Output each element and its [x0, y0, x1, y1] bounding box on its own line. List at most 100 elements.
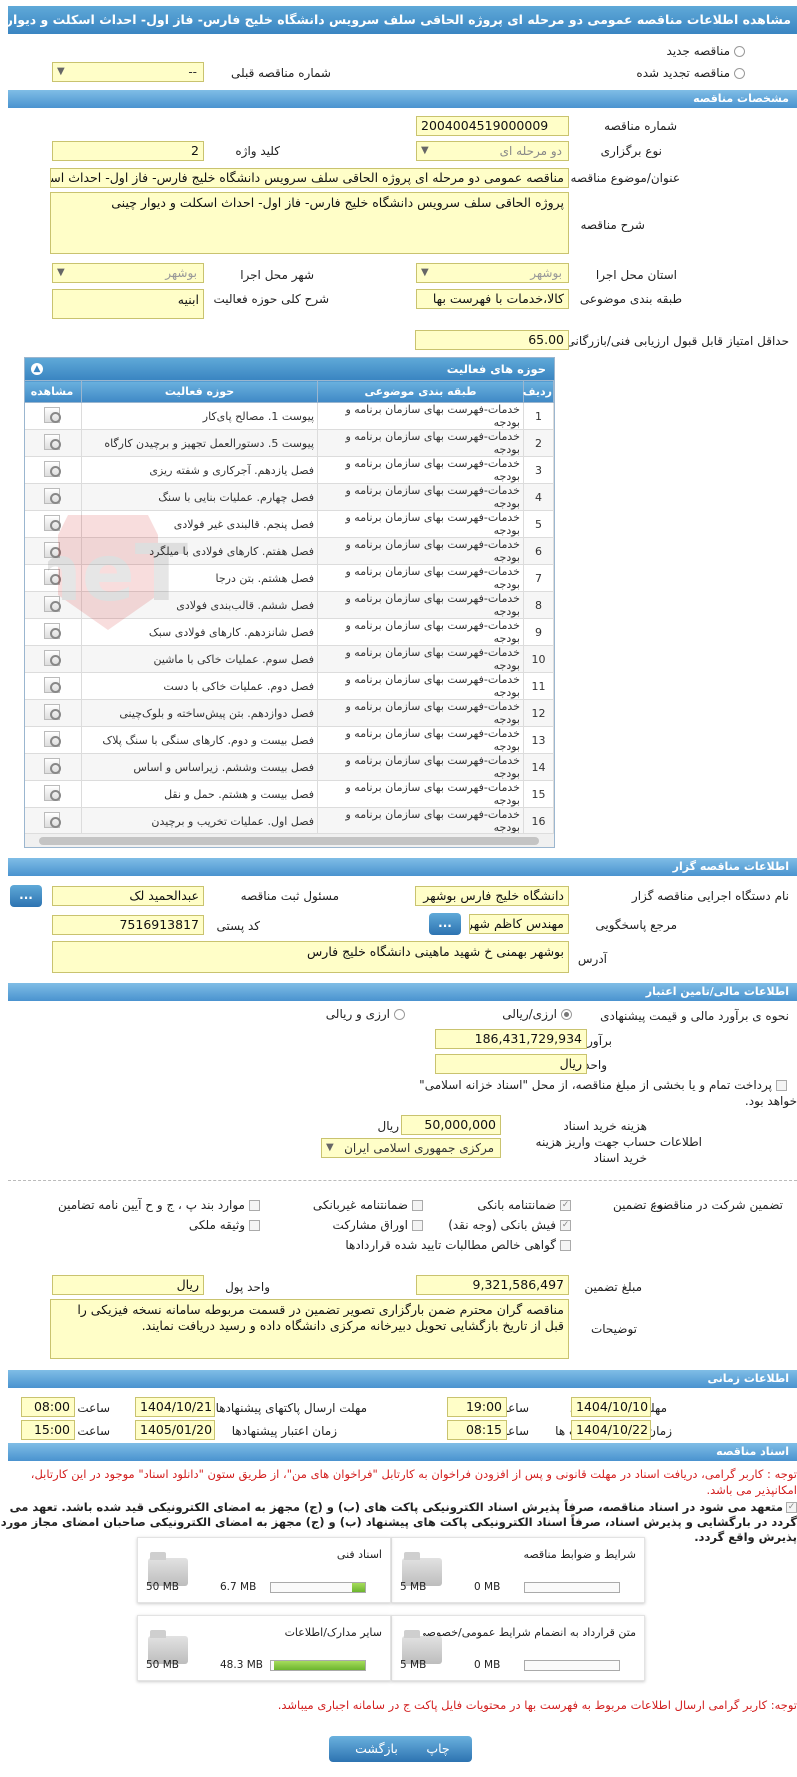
document-card[interactable]: شرایط و ضوابط مناقصه 0 MB 5 MB [391, 1537, 645, 1603]
document-used-size: 0 MB [474, 1659, 501, 1671]
row-number: 16 [523, 807, 554, 835]
prev-number-select[interactable]: -- ▼ [52, 62, 204, 82]
doc-cost-unit: ریال [377, 1119, 399, 1133]
magnifier-icon[interactable] [42, 487, 62, 505]
row-category: خدمات-فهرست بهای سازمان برنامه و بودجه [317, 807, 524, 835]
chevron-down-icon: ▼ [421, 145, 429, 156]
reference-field: مهندس کاظم شهریاری [469, 914, 569, 934]
keyword-label: کلید واژه [235, 144, 280, 158]
collapse-icon[interactable]: ▲ [31, 363, 43, 375]
account-label-cont: خرید اسناد [593, 1151, 647, 1165]
check-bank-guarantee[interactable]: ✓ضمانتنامه بانکی [477, 1198, 571, 1212]
magnifier-icon[interactable] [42, 649, 62, 667]
row-category: خدمات-فهرست بهای سازمان برنامه و بودجه [317, 726, 524, 754]
document-card[interactable]: اسناد فنی 6.7 MB 50 MB [137, 1537, 391, 1603]
document-usage-bar [270, 1582, 366, 1593]
scrollbar-thumb[interactable] [39, 837, 539, 845]
activity-desc-label: شرح کلی حوزه فعالیت [213, 292, 330, 306]
postal-label: کد پستی [216, 919, 261, 933]
magnifier-icon[interactable] [42, 676, 62, 694]
row-field: فصل سوم. عملیات خاکی با ماشین [81, 645, 318, 673]
reference-label: مرجع پاسخگویی [595, 918, 677, 932]
check-property[interactable]: وثیقه ملکی [189, 1218, 260, 1232]
horizontal-scrollbar[interactable] [25, 833, 554, 847]
row-view[interactable] [25, 645, 82, 673]
opening-time: 08:15 [447, 1420, 507, 1440]
registrar-label: مسئول ثبت مناقصه [240, 889, 339, 903]
magnifier-icon[interactable] [42, 784, 62, 802]
magnifier-icon[interactable] [42, 730, 62, 748]
documents-notice: توجه : کاربر گرامی، دریافت اسناد در مهلت… [30, 1467, 797, 1497]
notes-field: مناقصه گران محترم ضمن بارگزاری تصویر تضم… [50, 1299, 569, 1359]
document-max-size: 50 MB [146, 1659, 179, 1671]
magnifier-icon[interactable] [42, 757, 62, 775]
table-row: 3 خدمات-فهرست بهای سازمان برنامه و بودجه ف… [25, 456, 554, 484]
magnifier-icon[interactable] [42, 433, 62, 451]
row-category: خدمات-فهرست بهای سازمان برنامه و بودجه [317, 753, 524, 781]
radio-fx-rial[interactable]: ارزی و ریالی [326, 1007, 405, 1021]
radio-renewed-tender[interactable]: مناقصه تجدید شده [636, 66, 745, 80]
magnifier-icon[interactable] [42, 406, 62, 424]
row-field: فصل بیست و دوم. کارهای سنگی با سنگ پلاک [81, 726, 318, 754]
org-label: نام دستگاه اجرایی مناقصه گزار [631, 889, 789, 903]
document-card[interactable]: متن قرارداد به انضمام شرایط عمومی/خصوصی 0… [391, 1615, 645, 1681]
check-clauses-guarantee[interactable]: موارد بند پ ، ج و ح آیین نامه تضامین [58, 1198, 260, 1212]
magnifier-icon[interactable] [42, 460, 62, 478]
row-number: 10 [523, 645, 554, 673]
row-field: فصل بیست و هشتم. حمل و نقل [81, 780, 318, 808]
row-number: 15 [523, 780, 554, 808]
row-number: 13 [523, 726, 554, 754]
treasury-checkbox[interactable]: پرداخت تمام و یا بخشی از مبلغ مناقصه، از… [419, 1078, 787, 1092]
document-card[interactable]: سایر مدارک/اطلاعات 48.3 MB 50 MB [137, 1615, 391, 1681]
tender-type-select[interactable]: دو مرحله ای ▼ [416, 141, 569, 161]
amount-currency-label: واحد پول [225, 1280, 270, 1294]
magnifier-icon[interactable] [42, 703, 62, 721]
document-card-title: شرایط و ضوابط مناقصه [523, 1548, 637, 1561]
submit-deadline-label: مهلت ارسال پاکتهای پیشنهادها [215, 1401, 367, 1415]
row-view[interactable] [25, 402, 82, 430]
col-row: ردیف [523, 380, 554, 403]
check-claims[interactable]: گواهی خالص مطالبات تایید شده قراردادها [345, 1238, 571, 1252]
min-score-field: 65.00 [415, 330, 569, 350]
row-view[interactable] [25, 429, 82, 457]
doc-cost-field: 50,000,000 [401, 1115, 501, 1135]
doc-cost-label: هزینه خرید اسناد [563, 1119, 647, 1133]
section-financial: اطلاعات مالی/تامین اعتبار [8, 983, 797, 1001]
watermark-text: AriaTender.neT [48, 529, 188, 619]
validity-date: 1405/01/20 [135, 1420, 215, 1440]
chevron-down-icon: ▼ [57, 66, 65, 77]
province-select[interactable]: بوشهر ▼ [416, 263, 569, 283]
table-header-row: ردیف طبقه بندی موضوعی حوزه فعالیت مشاهده [25, 380, 554, 403]
registrar-lookup-button[interactable]: ... [10, 885, 42, 907]
row-view[interactable] [25, 726, 82, 754]
validity-time: 15:00 [21, 1420, 75, 1440]
row-view[interactable] [25, 699, 82, 727]
document-card-title: اسناد فنی [336, 1548, 382, 1561]
chevron-down-icon: ▼ [326, 1142, 334, 1153]
row-view[interactable] [25, 807, 82, 835]
radio-rial[interactable]: ارزی/ریالی [502, 1007, 572, 1021]
row-view[interactable] [25, 456, 82, 484]
city-select[interactable]: بوشهر ▼ [52, 263, 204, 283]
check-bonds[interactable]: اوراق مشارکت [333, 1218, 423, 1232]
check-cash-receipt[interactable]: ✓فیش بانکی (وجه نقد) [448, 1218, 571, 1232]
reference-lookup-button[interactable]: ... [429, 913, 461, 935]
document-card-title: متن قرارداد به انضمام شرایط عمومی/خصوصی [417, 1626, 636, 1639]
back-button[interactable]: بازگشت [329, 1736, 424, 1762]
amount-field: 9,321,586,497 [416, 1275, 569, 1295]
row-category: خدمات-فهرست بهای سازمان برنامه و بودجه [317, 672, 524, 700]
submit-deadline-time: 08:00 [21, 1397, 75, 1417]
tender-type-label: نوع برگزاری [600, 144, 662, 158]
magnifier-icon[interactable] [42, 811, 62, 829]
submit-deadline-time-label: ساعت [77, 1401, 110, 1415]
description-label: شرح مناقصه [580, 218, 645, 232]
check-nonbank-guarantee[interactable]: ضمانتنامه غیربانکی [313, 1198, 423, 1212]
row-number: 11 [523, 672, 554, 700]
row-view[interactable] [25, 753, 82, 781]
document-usage-fill [352, 1583, 365, 1592]
row-number: 1 [523, 402, 554, 430]
row-view[interactable] [25, 780, 82, 808]
row-view[interactable] [25, 672, 82, 700]
radio-new-tender[interactable]: مناقصه جدید [667, 44, 745, 58]
account-select[interactable]: مرکزی جمهوری اسلامی ایران ▼ [321, 1138, 501, 1158]
